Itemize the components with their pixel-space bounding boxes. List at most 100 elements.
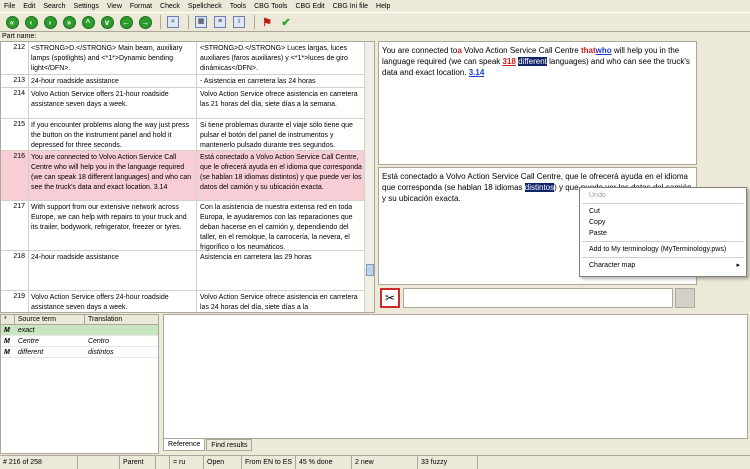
segment-number: 213 <box>13 77 25 84</box>
target-cell[interactable]: Con la asistencia de nuestra extensa red… <box>197 201 366 251</box>
segment-number: 217 <box>13 203 25 210</box>
menu-separator <box>582 241 744 242</box>
table-row[interactable]: 215 If you encounter problems along the … <box>1 119 366 151</box>
status-bar: # 216 of 258 Parent = ru Open From EN to… <box>0 455 750 469</box>
menu-spellcheck[interactable]: Spellcheck <box>188 3 222 10</box>
table-row[interactable]: 219 Volvo Action Service offers 24-hour … <box>1 291 366 312</box>
target-cell[interactable]: Volvo Action Service ofrece asistencia e… <box>197 291 366 312</box>
search-button[interactable]: ⌕ <box>165 14 181 30</box>
target-cell[interactable]: <STRONG>D.</STRONG> Luces largas, luces … <box>197 42 366 74</box>
status-new-count: 2 new <box>352 456 418 469</box>
first-segment-icon: « <box>5 15 19 29</box>
menu-search[interactable]: Search <box>43 3 65 10</box>
tab-find-results[interactable]: Find results <box>206 439 253 451</box>
back-arrow-icon: ← <box>119 15 133 29</box>
up-button[interactable]: ^ <box>80 14 96 30</box>
menu-check[interactable]: Check <box>160 3 180 10</box>
checkmark-icon: ✔ <box>281 16 291 29</box>
first-segment-button[interactable]: « <box>4 14 20 30</box>
table-row[interactable]: 213 24-hour roadside assistance - Asiste… <box>1 75 366 88</box>
source-cell[interactable]: Volvo Action Service offers 24-hour road… <box>28 291 197 312</box>
target-cell[interactable]: Asistencia en carretera las 29 horas <box>197 251 366 290</box>
bottom-tabs: Reference Find results <box>163 439 253 452</box>
source-cell[interactable]: If you encounter problems along the way … <box>28 119 197 150</box>
term-row[interactable]: M exact <box>1 325 158 336</box>
tab-reference[interactable]: Reference <box>163 439 206 451</box>
term-mark: M <box>4 327 10 334</box>
grid-scrollbar[interactable] <box>364 42 374 312</box>
table-row[interactable]: 218 24-hour roadside assistance Asistenc… <box>1 251 366 291</box>
term-row[interactable]: M different distintos <box>1 347 158 358</box>
reference-panel[interactable] <box>163 314 748 439</box>
target-cell[interactable]: Si tiene problemas durante el viaje sólo… <box>197 119 366 150</box>
menu-view[interactable]: View <box>107 3 122 10</box>
table-row[interactable]: 214 Volvo Action Service offers 21-hour … <box>1 88 366 119</box>
column-header[interactable]: Translation <box>85 315 158 324</box>
status-language: = ru <box>170 456 204 469</box>
source-text-panel[interactable]: You are connected toa Volvo Action Servi… <box>378 41 697 165</box>
menu-cbg-tools[interactable]: CBG Tools <box>254 3 287 10</box>
last-segment-button[interactable]: » <box>61 14 77 30</box>
menu-edit[interactable]: Edit <box>23 3 35 10</box>
source-cell[interactable]: 24-hour roadside assistance <box>28 251 197 290</box>
flag-button[interactable]: ⚑ <box>259 14 275 30</box>
menu-settings[interactable]: Settings <box>74 3 99 10</box>
highlighted-term: different <box>518 57 547 66</box>
menu-cbg-edit[interactable]: CBG Edit <box>295 3 324 10</box>
column-header[interactable]: * <box>1 315 15 324</box>
toolbar: « ‹ › » ^ v ← → ⌕ ▦ ≡ i ⚑ ✔ <box>0 12 750 32</box>
grid-button[interactable]: ▦ <box>193 14 209 30</box>
segment-number: 219 <box>13 293 25 300</box>
menu-item-add-terminology[interactable]: Add to My terminology (MyTerminology.pws… <box>580 244 746 255</box>
menu-item-copy[interactable]: Copy <box>580 217 746 228</box>
term-mark: M <box>4 349 10 356</box>
menu-item-cut[interactable]: Cut <box>580 206 746 217</box>
search-icon: ⌕ <box>167 16 179 28</box>
terminology-header: * Source term Translation <box>1 315 158 325</box>
info-button[interactable]: i <box>231 14 247 30</box>
target-cell[interactable]: Volvo Action Service ofrece asistencia e… <box>197 88 366 118</box>
column-header[interactable]: Source term <box>15 315 85 324</box>
source-text: Volvo Action Service Call Centre <box>461 46 581 55</box>
document-button[interactable]: ≡ <box>212 14 228 30</box>
forward-button[interactable]: → <box>137 14 153 30</box>
number-mark: 318 <box>502 57 516 66</box>
term-source: Centre <box>17 338 39 345</box>
source-cell[interactable]: With support from our extensive network … <box>28 201 197 250</box>
prev-segment-button[interactable]: ‹ <box>23 14 39 30</box>
table-row[interactable]: 217 With support from our extensive netw… <box>1 201 366 251</box>
edit-field-button[interactable] <box>675 288 695 308</box>
flag-icon: ⚑ <box>262 16 272 29</box>
selected-word: distintos <box>524 183 555 192</box>
source-cell[interactable]: <STRONG>D.</STRONG> Main beam, auxiliary… <box>28 42 197 74</box>
confirm-button[interactable]: ✔ <box>278 14 294 30</box>
toolbar-separator <box>160 15 161 29</box>
table-row-selected[interactable]: 216 You are connected to Volvo Action Se… <box>1 151 366 201</box>
source-cell[interactable]: 24-hour roadside assistance <box>28 75 197 87</box>
segment-number: 216 <box>13 153 25 160</box>
segment-grid[interactable]: 212 <STRONG>D.</STRONG> Main beam, auxil… <box>0 41 375 313</box>
submenu-arrow-icon: ▸ <box>736 262 740 269</box>
menu-item-paste[interactable]: Paste <box>580 228 746 239</box>
table-row[interactable]: 212 <STRONG>D.</STRONG> Main beam, auxil… <box>1 42 366 75</box>
scissors-button[interactable]: ✂ <box>380 288 400 308</box>
menu-help[interactable]: Help <box>376 3 390 10</box>
target-cell[interactable]: Está conectado a Volvo Action Service Ca… <box>197 151 366 200</box>
menu-item-undo[interactable]: Undo <box>580 190 746 201</box>
segment-number: 215 <box>13 121 25 128</box>
back-button[interactable]: ← <box>118 14 134 30</box>
source-cell[interactable]: You are connected to Volvo Action Servic… <box>28 151 197 200</box>
menu-tools[interactable]: Tools <box>230 3 246 10</box>
menu-item-label: Character map <box>589 262 636 269</box>
edit-field[interactable] <box>403 288 673 308</box>
down-button[interactable]: v <box>99 14 115 30</box>
next-segment-button[interactable]: › <box>42 14 58 30</box>
scrollbar-thumb[interactable] <box>366 264 374 276</box>
menu-item-character-map[interactable]: Character map ▸ <box>580 260 746 271</box>
source-cell[interactable]: Volvo Action Service offers 21-hour road… <box>28 88 197 118</box>
menu-cbg-ini-file[interactable]: CBG Ini file <box>333 3 368 10</box>
menu-format[interactable]: Format <box>130 3 152 10</box>
target-cell[interactable]: - Asistencia en carretera las 24 horas <box>197 75 366 87</box>
term-row[interactable]: M Centre Centro <box>1 336 158 347</box>
menu-file[interactable]: File <box>4 3 15 10</box>
